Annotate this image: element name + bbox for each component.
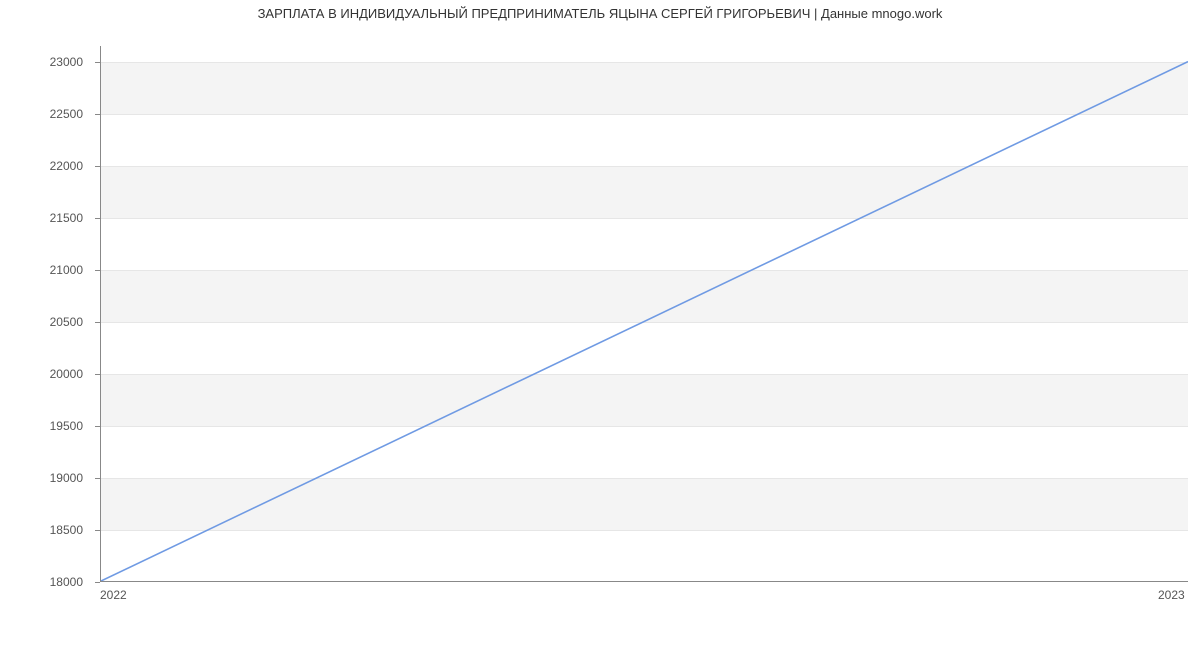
y-tick-label: 22500	[0, 107, 90, 121]
plot-area	[100, 46, 1188, 582]
salary-line-chart: ЗАРПЛАТА В ИНДИВИДУАЛЬНЫЙ ПРЕДПРИНИМАТЕЛ…	[0, 0, 1200, 650]
data-line	[101, 62, 1188, 581]
line-series	[101, 46, 1188, 581]
y-tick-label: 21000	[0, 263, 90, 277]
y-tick-label: 23000	[0, 55, 90, 69]
y-tick-label: 18000	[0, 575, 90, 589]
x-tick-end: 2023	[1158, 588, 1185, 602]
chart-title: ЗАРПЛАТА В ИНДИВИДУАЛЬНЫЙ ПРЕДПРИНИМАТЕЛ…	[0, 6, 1200, 21]
y-tick-label: 21500	[0, 211, 90, 225]
y-tick-label: 20500	[0, 315, 90, 329]
y-tick-label: 19500	[0, 419, 90, 433]
y-tick-mark	[95, 582, 100, 583]
y-tick-label: 22000	[0, 159, 90, 173]
y-tick-label: 19000	[0, 471, 90, 485]
y-tick-label: 20000	[0, 367, 90, 381]
x-tick-start: 2022	[100, 588, 127, 602]
y-tick-label: 18500	[0, 523, 90, 537]
